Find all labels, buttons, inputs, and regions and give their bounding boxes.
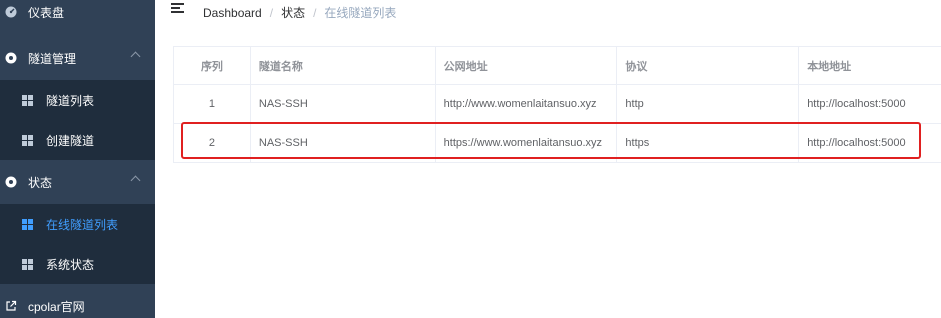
grid-icon (21, 134, 33, 146)
cell-public-url[interactable]: https://www.womenlaitansuo.xyz (436, 124, 618, 162)
column-header-local-address[interactable]: 本地地址 (799, 47, 941, 84)
cell-tunnel-name: NAS-SSH (251, 124, 436, 162)
external-link-icon (5, 300, 17, 312)
cell-protocol: http (617, 85, 800, 123)
sidebar-item-status[interactable]: 状态 (0, 162, 155, 202)
sidebar-item-label: 状态 (28, 175, 53, 190)
sidebar-item-label: 隧道管理 (28, 51, 77, 66)
status-icon (5, 176, 17, 188)
sidebar-item-system-status[interactable]: 系统状态 (0, 244, 155, 284)
cell-public-url[interactable]: http://www.womenlaitansuo.xyz (436, 85, 618, 123)
tunnel-manage-icon (5, 52, 17, 64)
sidebar-item-online-tunnels[interactable]: 在线隧道列表 (0, 204, 155, 244)
table-header-row: 序列 隧道名称 公网地址 协议 本地地址 (174, 47, 941, 85)
cell-tunnel-name: NAS-SSH (251, 85, 436, 123)
breadcrumb-separator: / (313, 5, 317, 20)
column-header-protocol[interactable]: 协议 (617, 47, 800, 84)
sidebar-item-label: cpolar官网 (28, 299, 85, 314)
cell-index: 2 (174, 124, 251, 162)
grid-icon (21, 218, 33, 230)
sidebar-item-label: 仪表盘 (28, 5, 65, 20)
sidebar-item-label: 创建隧道 (46, 133, 95, 148)
cell-index: 1 (174, 85, 251, 123)
sidebar: 仪表盘 隧道管理 隧道列表 创建隧道 状态 在线隧道列表 系统状态 cpolar… (0, 0, 155, 318)
grid-icon (21, 94, 33, 106)
sidebar-item-tunnel-list[interactable]: 隧道列表 (0, 80, 155, 120)
table-row[interactable]: 2 NAS-SSH https://www.womenlaitansuo.xyz… (174, 124, 941, 163)
chevron-up-icon (130, 51, 141, 62)
column-header-public-url[interactable]: 公网地址 (436, 47, 618, 84)
column-header-index[interactable]: 序列 (174, 47, 251, 84)
sidebar-item-create-tunnel[interactable]: 创建隧道 (0, 120, 155, 160)
breadcrumb-item-dashboard[interactable]: Dashboard (203, 6, 262, 20)
table-row[interactable]: 1 NAS-SSH http://www.womenlaitansuo.xyz … (174, 85, 941, 124)
column-header-tunnel-name[interactable]: 隧道名称 (251, 47, 436, 84)
dashboard-icon (5, 6, 17, 18)
hamburger-icon[interactable] (171, 3, 184, 14)
cell-local-address: http://localhost:5000 (807, 137, 906, 149)
sidebar-item-dashboard[interactable]: 仪表盘 (0, 0, 155, 32)
header: Dashboard / 状态 / 在线隧道列表 (155, 0, 941, 28)
grid-icon (21, 258, 33, 270)
breadcrumb-item-status: 状态 (281, 6, 306, 20)
sidebar-item-label: 在线隧道列表 (46, 217, 119, 232)
breadcrumb-separator: / (269, 5, 274, 20)
sidebar-item-cpolar-site[interactable]: cpolar官网 (0, 286, 155, 318)
sidebar-item-label: 系统状态 (46, 257, 95, 272)
cell-local-address: http://localhost:5000 (807, 98, 906, 110)
cell-protocol: https (617, 124, 800, 162)
chevron-up-icon (130, 175, 141, 186)
breadcrumb: Dashboard / 状态 / 在线隧道列表 (203, 4, 396, 21)
sidebar-item-tunnel-manage[interactable]: 隧道管理 (0, 38, 155, 78)
breadcrumb-item-current: 在线隧道列表 (324, 6, 397, 20)
tunnel-table: 序列 隧道名称 公网地址 协议 本地地址 1 NAS-SSH http://ww… (173, 46, 941, 163)
sidebar-item-label: 隧道列表 (46, 93, 95, 108)
